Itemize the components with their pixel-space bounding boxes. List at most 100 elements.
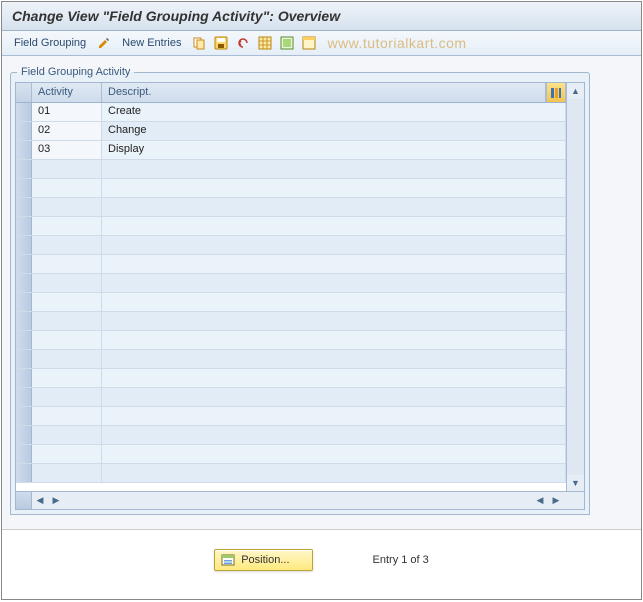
- cell-descript[interactable]: [102, 217, 566, 235]
- cell-descript[interactable]: [102, 407, 566, 425]
- table-row[interactable]: [16, 464, 566, 483]
- vertical-scrollbar[interactable]: ▲ ▼: [566, 83, 584, 491]
- cell-descript[interactable]: [102, 236, 566, 254]
- row-selector[interactable]: [16, 293, 32, 311]
- cell-descript[interactable]: [102, 426, 566, 444]
- row-selector[interactable]: [16, 331, 32, 349]
- hscroll-right-icon[interactable]: ▶: [48, 493, 64, 509]
- cell-activity[interactable]: [32, 255, 102, 273]
- cell-activity[interactable]: 02: [32, 122, 102, 140]
- cell-activity[interactable]: [32, 331, 102, 349]
- table-row[interactable]: 01Create: [16, 103, 566, 122]
- cell-activity[interactable]: [32, 198, 102, 216]
- row-selector[interactable]: [16, 369, 32, 387]
- cell-descript[interactable]: [102, 293, 566, 311]
- scroll-down-icon[interactable]: ▼: [568, 475, 584, 491]
- row-selector[interactable]: [16, 312, 32, 330]
- cell-activity[interactable]: [32, 160, 102, 178]
- cell-descript[interactable]: [102, 255, 566, 273]
- cell-activity[interactable]: [32, 236, 102, 254]
- edit-pencil-icon[interactable]: [96, 35, 112, 51]
- cell-descript[interactable]: [102, 445, 566, 463]
- save-icon[interactable]: [213, 35, 229, 51]
- table-row[interactable]: 02Change: [16, 122, 566, 141]
- scroll-up-icon[interactable]: ▲: [568, 83, 584, 99]
- cell-activity[interactable]: [32, 388, 102, 406]
- column-activity[interactable]: Activity: [32, 83, 102, 102]
- hscroll-left-2-icon[interactable]: ◀: [532, 493, 548, 509]
- scroll-track[interactable]: [567, 99, 584, 475]
- table-row[interactable]: [16, 312, 566, 331]
- cell-activity[interactable]: 03: [32, 141, 102, 159]
- cell-activity[interactable]: [32, 464, 102, 482]
- row-selector[interactable]: [16, 388, 32, 406]
- cell-activity[interactable]: [32, 179, 102, 197]
- row-selector[interactable]: [16, 179, 32, 197]
- cell-descript[interactable]: [102, 388, 566, 406]
- cell-descript[interactable]: [102, 331, 566, 349]
- copy-icon[interactable]: [191, 35, 207, 51]
- table-row[interactable]: [16, 445, 566, 464]
- row-selector[interactable]: [16, 426, 32, 444]
- cell-activity[interactable]: [32, 312, 102, 330]
- table-row[interactable]: [16, 293, 566, 312]
- cell-descript[interactable]: [102, 369, 566, 387]
- column-descript[interactable]: Descript.: [102, 83, 546, 102]
- cell-activity[interactable]: [32, 426, 102, 444]
- table-row[interactable]: [16, 350, 566, 369]
- table-row[interactable]: [16, 426, 566, 445]
- table-row[interactable]: [16, 331, 566, 350]
- table-row[interactable]: 03Display: [16, 141, 566, 160]
- cell-descript[interactable]: Create: [102, 103, 566, 121]
- undo-icon[interactable]: [235, 35, 251, 51]
- cell-descript[interactable]: [102, 464, 566, 482]
- row-selector[interactable]: [16, 217, 32, 235]
- cell-activity[interactable]: [32, 369, 102, 387]
- cell-descript[interactable]: [102, 198, 566, 216]
- cell-activity[interactable]: [32, 350, 102, 368]
- table-row[interactable]: [16, 198, 566, 217]
- cell-descript[interactable]: Change: [102, 122, 566, 140]
- row-selector[interactable]: [16, 350, 32, 368]
- cell-activity[interactable]: [32, 217, 102, 235]
- row-selector[interactable]: [16, 464, 32, 482]
- select-all-header[interactable]: [16, 83, 32, 102]
- table-settings-icon[interactable]: [301, 35, 317, 51]
- deselect-all-icon[interactable]: [279, 35, 295, 51]
- table-row[interactable]: [16, 217, 566, 236]
- cell-activity[interactable]: [32, 274, 102, 292]
- table-row[interactable]: [16, 160, 566, 179]
- cell-descript[interactable]: Display: [102, 141, 566, 159]
- row-selector[interactable]: [16, 103, 32, 121]
- cell-activity[interactable]: 01: [32, 103, 102, 121]
- field-grouping-link[interactable]: Field Grouping: [10, 35, 90, 51]
- row-selector[interactable]: [16, 255, 32, 273]
- new-entries-link[interactable]: New Entries: [118, 35, 185, 51]
- cell-activity[interactable]: [32, 407, 102, 425]
- position-button[interactable]: Position...: [214, 549, 312, 571]
- cell-activity[interactable]: [32, 293, 102, 311]
- table-row[interactable]: [16, 179, 566, 198]
- cell-descript[interactable]: [102, 312, 566, 330]
- cell-descript[interactable]: [102, 160, 566, 178]
- row-selector[interactable]: [16, 141, 32, 159]
- configure-columns-icon[interactable]: [546, 83, 566, 102]
- table-row[interactable]: [16, 369, 566, 388]
- row-selector[interactable]: [16, 122, 32, 140]
- table-row[interactable]: [16, 274, 566, 293]
- row-selector[interactable]: [16, 198, 32, 216]
- cell-descript[interactable]: [102, 274, 566, 292]
- row-selector[interactable]: [16, 445, 32, 463]
- row-selector[interactable]: [16, 236, 32, 254]
- select-all-icon[interactable]: [257, 35, 273, 51]
- hscroll-left-icon[interactable]: ◀: [32, 493, 48, 509]
- table-row[interactable]: [16, 255, 566, 274]
- hscroll-right-2-icon[interactable]: ▶: [548, 493, 564, 509]
- table-row[interactable]: [16, 236, 566, 255]
- table-row[interactable]: [16, 407, 566, 426]
- row-selector[interactable]: [16, 274, 32, 292]
- row-selector[interactable]: [16, 407, 32, 425]
- cell-descript[interactable]: [102, 350, 566, 368]
- cell-activity[interactable]: [32, 445, 102, 463]
- row-selector[interactable]: [16, 160, 32, 178]
